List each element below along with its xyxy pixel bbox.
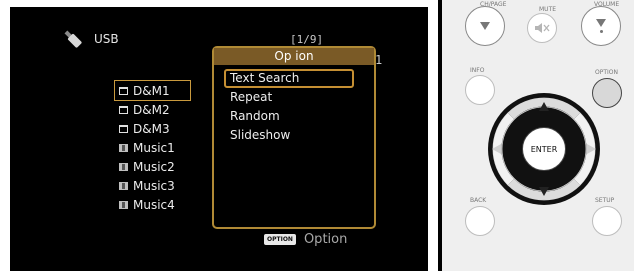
file-name: Music3 bbox=[133, 178, 175, 193]
option-popup: Op ion Text Search Repeat Random Slidesh… bbox=[212, 46, 376, 229]
folder-icon bbox=[119, 86, 128, 95]
menu-item-text-search[interactable]: Text Search bbox=[224, 69, 354, 88]
menu-item-random[interactable]: Random bbox=[224, 107, 354, 126]
down-triangle-icon bbox=[480, 22, 490, 30]
mute-button[interactable] bbox=[527, 13, 557, 43]
folder-icon bbox=[119, 105, 128, 114]
up-arrow-button[interactable] bbox=[539, 102, 549, 111]
file-item-music4[interactable]: Music4 bbox=[115, 195, 190, 214]
file-item-music2[interactable]: Music2 bbox=[115, 157, 190, 176]
music-file-icon bbox=[119, 181, 128, 190]
remote-panel: CH/PAGE MUTE VOLUME INFO OPTION ENTER BA… bbox=[442, 0, 634, 271]
ch-page-down-button[interactable] bbox=[465, 6, 505, 46]
mute-icon bbox=[535, 23, 550, 33]
volume-down-button[interactable] bbox=[581, 6, 621, 46]
file-item-dm2[interactable]: D&M2 bbox=[115, 100, 190, 119]
file-item-music1[interactable]: Music1 bbox=[115, 138, 190, 157]
page-suffix: 1 bbox=[375, 53, 383, 67]
music-file-icon bbox=[119, 200, 128, 209]
file-name: D&M2 bbox=[133, 102, 170, 117]
page-counter: [1/9] bbox=[290, 33, 324, 46]
tv-screen: USB [1/9] 1 D&M1 D&M2 D&M3 Music1 Music2… bbox=[10, 7, 428, 271]
menu-item-repeat[interactable]: Repeat bbox=[224, 88, 354, 107]
back-label: BACK bbox=[470, 197, 487, 204]
source-label: USB bbox=[94, 32, 119, 46]
popup-title: Op ion bbox=[214, 48, 374, 65]
volume-dot bbox=[599, 30, 603, 33]
option-hint: OPTION Option bbox=[264, 232, 347, 247]
option-badge: OPTION bbox=[264, 234, 296, 245]
file-name: Music4 bbox=[133, 197, 175, 212]
setup-label: SETUP bbox=[595, 197, 615, 204]
back-button[interactable] bbox=[465, 206, 495, 236]
enter-button[interactable]: ENTER bbox=[522, 127, 566, 171]
usb-icon bbox=[64, 30, 82, 48]
file-name: Music2 bbox=[133, 159, 175, 174]
setup-button[interactable] bbox=[592, 206, 622, 236]
file-name: Music1 bbox=[133, 140, 175, 155]
info-label: INFO bbox=[470, 67, 485, 74]
file-name: D&M3 bbox=[133, 121, 170, 136]
option-menu: Text Search Repeat Random Slideshow bbox=[214, 65, 374, 145]
down-arrow-button[interactable] bbox=[539, 187, 549, 196]
option-hint-label: Option bbox=[303, 232, 348, 247]
music-file-icon bbox=[119, 162, 128, 171]
file-name: D&M1 bbox=[133, 83, 170, 98]
option-label: OPTION bbox=[595, 69, 618, 76]
folder-icon bbox=[119, 124, 128, 133]
file-item-dm3[interactable]: D&M3 bbox=[115, 119, 190, 138]
music-file-icon bbox=[119, 143, 128, 152]
dpad: ENTER bbox=[486, 91, 602, 207]
file-item-dm1[interactable]: D&M1 bbox=[114, 80, 191, 101]
file-list: D&M1 D&M2 D&M3 Music1 Music2 Music3 Musi… bbox=[114, 80, 191, 214]
file-item-music3[interactable]: Music3 bbox=[115, 176, 190, 195]
right-arrow-button[interactable] bbox=[587, 144, 596, 154]
left-arrow-button[interactable] bbox=[492, 144, 501, 154]
menu-item-slideshow[interactable]: Slideshow bbox=[224, 126, 354, 145]
mute-label: MUTE bbox=[539, 6, 557, 13]
volume-down-icon bbox=[596, 19, 606, 27]
